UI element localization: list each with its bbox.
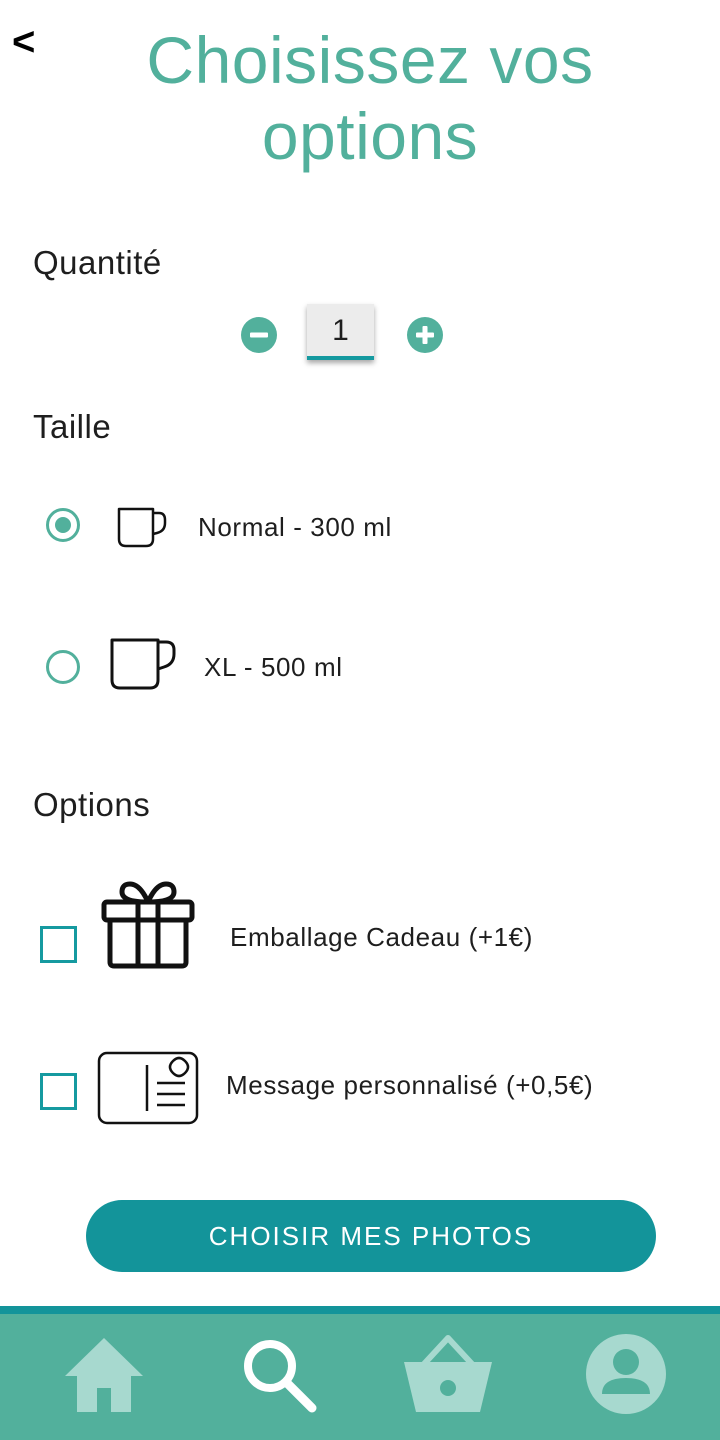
search-icon [244,1340,317,1413]
quantity-section-title: Quantité [33,244,162,281]
size-radio-xl[interactable] [46,650,80,684]
custom-message-label: Message personnalisé (+0,5€) [226,1070,594,1100]
radio-selected-dot [55,517,71,533]
mug-small-icon [117,507,167,548]
gift-icon [101,881,195,969]
nav-profile-button[interactable] [576,1332,676,1428]
mug-large-icon [110,638,176,690]
increment-button[interactable] [407,317,443,353]
bottom-nav-divider [0,1306,720,1314]
nav-search-button[interactable] [227,1332,327,1428]
page-title: Choisissez vos options [146,23,594,173]
nav-home-button[interactable] [54,1332,154,1428]
size-option-normal-label: Normal - 300 ml [198,512,392,542]
decrement-button[interactable] [241,317,277,353]
gift-wrap-label: Emballage Cadeau (+1€) [230,922,533,952]
home-icon [65,1338,143,1412]
gift-wrap-checkbox[interactable] [40,926,77,963]
bottom-nav [0,1314,720,1440]
basket-icon [404,1335,492,1412]
profile-icon [586,1334,666,1414]
size-section-title: Taille [33,408,112,445]
size-option-xl-label: XL - 500 ml [204,652,343,682]
back-button[interactable]: < [12,22,35,62]
custom-message-checkbox[interactable] [40,1073,77,1110]
options-section-title: Options [33,786,151,823]
nav-basket-button[interactable] [398,1332,498,1428]
plus-circle-icon [416,326,434,344]
choose-photos-button[interactable]: CHOISIR MES PHOTOS [86,1200,656,1272]
quantity-input[interactable]: 1 [307,304,374,360]
size-radio-normal[interactable] [46,508,80,542]
postcard-icon [97,1051,199,1125]
minus-circle-icon [250,332,268,338]
